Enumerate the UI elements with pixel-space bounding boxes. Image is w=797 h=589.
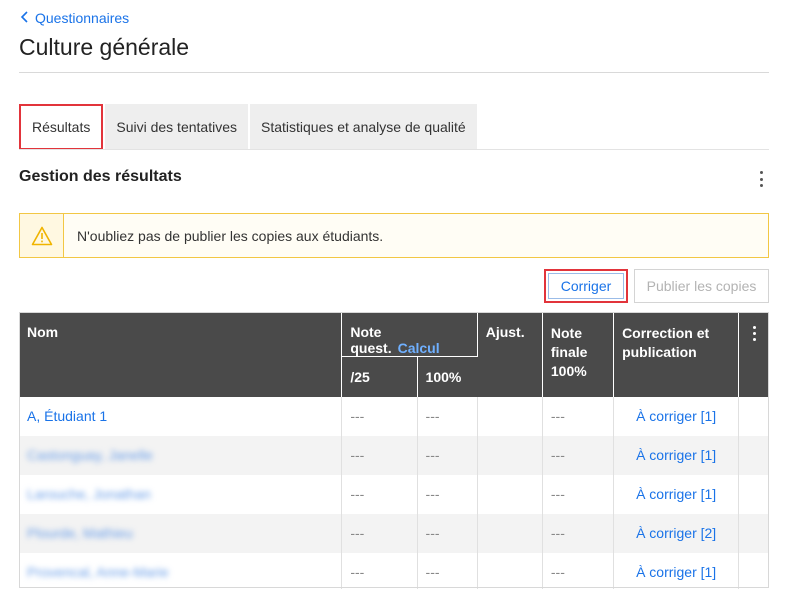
chevron-left-icon [20, 11, 29, 25]
table-menu-button[interactable] [738, 312, 769, 397]
student-name-link[interactable]: A, Étudiant 1 [27, 408, 107, 424]
student-name-link[interactable]: Provencal, Anne-Marie [27, 564, 169, 580]
calc-link[interactable]: Calcul [398, 340, 440, 356]
tab-statistiques[interactable]: Statistiques et analyse de qualité [249, 104, 477, 150]
adjust-cell [477, 513, 543, 553]
tab-bar: Résultats Suivi des tentatives Statistiq… [19, 104, 479, 150]
back-to-questionnaires-link[interactable]: Questionnaires [20, 10, 129, 26]
correct-button[interactable]: Corriger [544, 269, 628, 303]
alert-message: N'oubliez pas de publier les copies aux … [77, 227, 384, 244]
column-header-name[interactable]: Nom [19, 312, 343, 397]
correction-status-link[interactable]: À corriger [2] [622, 525, 716, 541]
adjust-cell [477, 552, 543, 589]
page-title: Culture générale [19, 34, 190, 60]
correction-status-link[interactable]: À corriger [1] [622, 408, 716, 424]
title-divider [19, 72, 769, 73]
table-row: Castonguay, Janelle --- --- --- À corrig… [19, 435, 769, 475]
table-row: Provencal, Anne-Marie --- --- --- À corr… [19, 552, 769, 589]
row-menu-cell [738, 396, 769, 436]
tabs-divider [19, 149, 769, 150]
warning-icon [20, 214, 64, 257]
more-vertical-icon [747, 325, 761, 341]
final-score-cell: --- [542, 396, 615, 436]
row-menu-cell [738, 435, 769, 475]
raw-score-cell: --- [341, 552, 418, 589]
table-row: Larouche, Jonathan --- --- --- À corrige… [19, 474, 769, 514]
raw-score-cell: --- [341, 396, 418, 436]
column-header-pct-score: 100% [417, 356, 478, 397]
more-vertical-icon[interactable] [756, 169, 766, 189]
adjust-cell [477, 435, 543, 475]
adjust-cell [477, 474, 543, 514]
row-menu-cell [738, 474, 769, 514]
pct-score-cell: --- [417, 396, 478, 436]
column-header-raw-score: /25 [341, 356, 418, 397]
row-menu-cell [738, 552, 769, 589]
back-link-label: Questionnaires [35, 10, 130, 26]
final-score-cell: --- [542, 552, 615, 589]
correction-status-link[interactable]: À corriger [1] [622, 564, 716, 580]
section-title: Gestion des résultats [19, 168, 182, 185]
raw-score-cell: --- [341, 474, 418, 514]
tab-suivi-tentatives[interactable]: Suivi des tentatives [105, 104, 248, 150]
final-score-cell: --- [542, 513, 615, 553]
column-header-adjust: Ajust. [477, 312, 543, 397]
column-header-note-quest: Note quest. Calcul [341, 312, 478, 357]
column-header-correction: Correction et publication [613, 312, 740, 397]
pct-score-cell: --- [417, 552, 478, 589]
publish-copies-button[interactable]: Publier les copies [634, 269, 769, 303]
final-score-cell: --- [542, 435, 615, 475]
student-name-link[interactable]: Larouche, Jonathan [27, 486, 151, 502]
table-row: A, Étudiant 1 --- --- --- À corriger [1] [19, 396, 769, 436]
student-name-link[interactable]: Plourde, Mathieu [27, 525, 133, 541]
results-table: Nom Note quest. Calcul Ajust. Note finale… [19, 312, 769, 589]
tab-resultats[interactable]: Résultats [19, 104, 104, 150]
pct-score-cell: --- [417, 474, 478, 514]
correction-status-link[interactable]: À corriger [1] [622, 486, 716, 502]
pct-score-cell: --- [417, 435, 478, 475]
correction-status-link[interactable]: À corriger [1] [622, 447, 716, 463]
pct-score-cell: --- [417, 513, 478, 553]
row-menu-cell [738, 513, 769, 553]
adjust-cell [477, 396, 543, 436]
final-score-cell: --- [542, 474, 615, 514]
raw-score-cell: --- [341, 435, 418, 475]
publish-reminder-alert: N'oubliez pas de publier les copies aux … [19, 213, 769, 258]
table-row: Plourde, Mathieu --- --- --- À corriger … [19, 513, 769, 553]
student-name-link[interactable]: Castonguay, Janelle [27, 447, 153, 463]
column-header-final-grade: Note finale 100% [542, 312, 615, 397]
raw-score-cell: --- [341, 513, 418, 553]
correct-button-label: Corriger [548, 273, 624, 299]
